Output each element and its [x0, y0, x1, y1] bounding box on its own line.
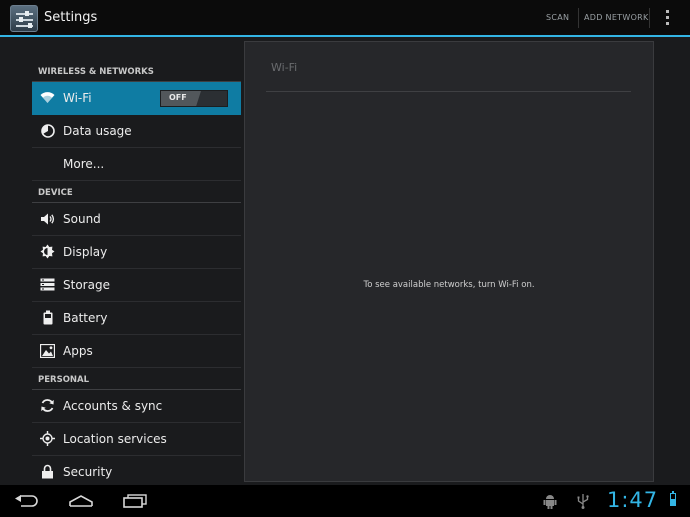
action-bar: Settings SCAN ADD NETWORK	[0, 0, 690, 37]
android-debug-icon	[540, 485, 560, 517]
detail-title: Wi-Fi	[271, 61, 298, 74]
settings-item-wifi[interactable]: Wi-Fi OFF	[32, 82, 241, 115]
settings-item-data-usage[interactable]: Data usage	[32, 115, 241, 148]
settings-item-label: Apps	[63, 344, 93, 358]
settings-item-more[interactable]: More...	[32, 148, 241, 181]
section-header-personal: PERSONAL	[32, 368, 241, 390]
settings-item-label: Battery	[63, 311, 108, 325]
settings-item-label: More...	[63, 157, 105, 171]
settings-item-sound[interactable]: Sound	[32, 203, 241, 236]
settings-item-label: Data usage	[63, 124, 132, 138]
overflow-menu-icon[interactable]	[663, 10, 673, 26]
battery-icon	[40, 310, 55, 325]
settings-item-label: Sound	[63, 212, 101, 226]
settings-item-label: Display	[63, 245, 108, 259]
speaker-icon	[40, 211, 55, 226]
wifi-detail-pane: Wi-Fi To see available networks, turn Wi…	[244, 41, 654, 482]
settings-item-label: Wi-Fi	[63, 91, 92, 105]
settings-item-apps[interactable]: Apps	[32, 335, 241, 368]
sync-icon	[40, 398, 55, 413]
settings-item-label: Storage	[63, 278, 110, 292]
battery-level	[671, 498, 675, 505]
empty-state-message: To see available networks, turn Wi-Fi on…	[363, 280, 535, 290]
settings-item-label: Location services	[63, 432, 167, 446]
settings-item-location[interactable]: Location services	[32, 423, 241, 456]
settings-item-accounts-sync[interactable]: Accounts & sync	[32, 390, 241, 423]
add-network-button[interactable]: ADD NETWORK	[584, 0, 649, 35]
usb-icon	[574, 485, 592, 517]
divider	[578, 8, 579, 28]
scan-button[interactable]: SCAN	[546, 0, 569, 35]
settings-app-icon[interactable]	[10, 5, 38, 32]
back-icon[interactable]	[12, 485, 42, 517]
home-icon[interactable]	[66, 485, 96, 517]
brightness-icon	[40, 244, 55, 259]
settings-item-storage[interactable]: Storage	[32, 269, 241, 302]
page-title: Settings	[44, 10, 98, 25]
battery-status-icon[interactable]	[670, 491, 676, 506]
toggle-state-label: OFF	[169, 93, 187, 102]
wifi-icon	[40, 90, 55, 105]
lock-icon	[40, 464, 55, 479]
storage-icon	[40, 277, 55, 292]
settings-list: WIRELESS & NETWORKS Wi-Fi OFF Data usage…	[32, 38, 241, 485]
settings-item-display[interactable]: Display	[32, 236, 241, 269]
divider	[266, 91, 631, 92]
system-bar	[0, 485, 690, 517]
divider	[649, 8, 650, 28]
location-icon	[40, 431, 55, 446]
section-header-wireless: WIRELESS & NETWORKS	[32, 60, 241, 82]
settings-item-label: Security	[63, 465, 113, 479]
status-clock[interactable]: 1:47	[607, 487, 658, 513]
wifi-toggle[interactable]: OFF	[160, 90, 228, 107]
settings-item-battery[interactable]: Battery	[32, 302, 241, 335]
recent-apps-icon[interactable]	[120, 485, 150, 517]
settings-item-label: Accounts & sync	[63, 399, 163, 413]
section-header-device: DEVICE	[32, 181, 241, 203]
data-usage-icon	[40, 123, 55, 138]
apps-icon	[40, 343, 55, 358]
